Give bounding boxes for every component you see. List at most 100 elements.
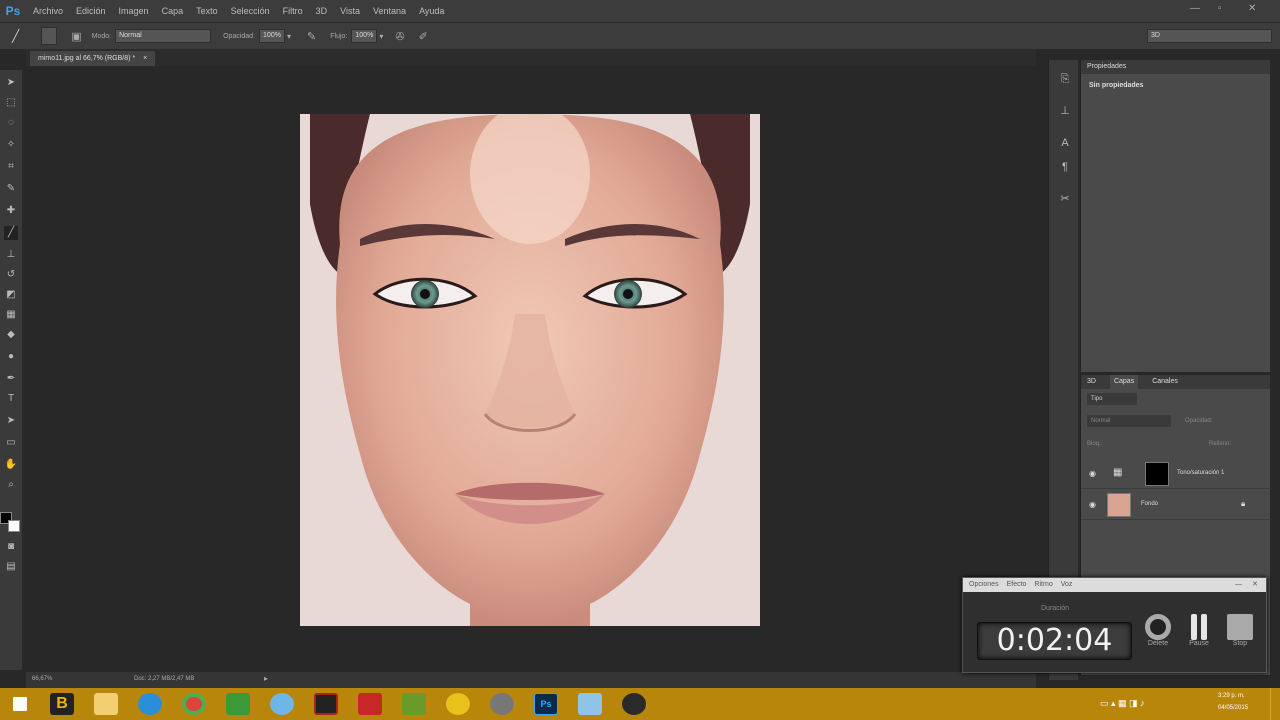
move-tool-icon[interactable]: ➤ <box>4 76 18 90</box>
menu-archivo[interactable]: Archivo <box>26 6 69 16</box>
lasso-tool-icon[interactable]: ◌ <box>4 116 18 130</box>
brush-preset-picker[interactable] <box>41 27 58 45</box>
hand-tool-icon[interactable]: ✋ <box>4 458 18 472</box>
flow-dropdown-icon[interactable]: ▾ <box>379 32 383 41</box>
tab-channels[interactable]: Canales <box>1152 375 1178 389</box>
taskbar-camtasia[interactable] <box>216 688 260 720</box>
timer-menu-voz[interactable]: Voz <box>1061 578 1073 592</box>
history-panel-icon[interactable]: ⎘ <box>1058 72 1072 86</box>
taskbar-ie[interactable] <box>128 688 172 720</box>
pause-button[interactable]: Pause <box>1184 614 1214 647</box>
timer-menu-opciones[interactable]: Opciones <box>969 578 999 592</box>
shape-tool-icon[interactable]: ▭ <box>4 436 18 450</box>
layer-thumbnail[interactable] <box>1107 493 1131 517</box>
tab-3d[interactable]: 3D <box>1087 375 1096 389</box>
visibility-eye-icon[interactable]: ◉ <box>1089 500 1096 509</box>
menu-edicion[interactable]: Edición <box>69 6 112 16</box>
layer-kind-filter[interactable]: Tipo <box>1087 393 1137 405</box>
zoom-level[interactable]: 66,67% <box>32 676 52 682</box>
timer-menu-ritmo[interactable]: Ritmo <box>1034 578 1052 592</box>
background-color-swatch[interactable] <box>8 520 20 532</box>
history-brush-tool-icon[interactable]: ↺ <box>4 268 18 282</box>
taskbar-blue-app[interactable] <box>568 688 612 720</box>
taskbar-media[interactable] <box>304 688 348 720</box>
close-icon[interactable]: ✕ <box>1248 3 1256 14</box>
airbrush-icon[interactable]: ✇ <box>395 30 404 43</box>
layer-name[interactable]: Fondo <box>1141 501 1158 507</box>
taskbar-green-app[interactable] <box>392 688 436 720</box>
brush-tool-icon[interactable]: ╱ <box>4 226 18 240</box>
quick-mask-icon[interactable]: ◙ <box>4 540 18 554</box>
menu-texto[interactable]: Texto <box>189 6 224 16</box>
menu-ayuda[interactable]: Ayuda <box>412 6 450 16</box>
mode-select[interactable]: Normal <box>115 29 212 43</box>
maximize-icon[interactable]: ▫ <box>1218 3 1222 14</box>
brush-tool-icon[interactable]: ╱ <box>12 29 19 43</box>
menu-vista[interactable]: Vista <box>333 6 366 16</box>
pressure-size-icon[interactable]: ✐ <box>419 30 428 43</box>
gradient-tool-icon[interactable]: ▦ <box>4 308 18 322</box>
pen-tool-icon[interactable]: ✒ <box>4 372 18 386</box>
tab-properties[interactable]: Propiedades <box>1087 60 1126 74</box>
dodge-tool-icon[interactable]: ● <box>4 350 18 364</box>
document-tab[interactable]: mimo11.jpg al 66,7% (RGB/8) * × <box>30 51 156 66</box>
taskbar-chrome[interactable] <box>172 688 216 720</box>
zoom-tool-icon[interactable]: ⌕ <box>4 478 18 492</box>
taskbar-b-app[interactable]: B <box>40 688 84 720</box>
taskbar-yellow-app[interactable] <box>436 688 480 720</box>
layer-row[interactable]: ◉ ▦ Tono/saturación 1 <box>1081 459 1271 489</box>
menu-seleccion[interactable]: Selección <box>224 6 276 16</box>
type-tool-icon[interactable]: T <box>4 392 18 406</box>
show-desktop-button[interactable] <box>1270 688 1280 720</box>
character-panel-icon[interactable]: A <box>1058 136 1072 150</box>
marquee-tool-icon[interactable]: ⬚ <box>4 96 18 110</box>
start-button[interactable] <box>0 688 40 720</box>
tab-close-icon[interactable]: × <box>143 55 147 62</box>
paragraph-panel-icon[interactable]: ¶ <box>1058 160 1072 174</box>
layer-mask-thumbnail[interactable] <box>1145 462 1169 486</box>
menu-filtro[interactable]: Filtro <box>276 6 309 16</box>
timer-menu-efecto[interactable]: Efecto <box>1007 578 1027 592</box>
tray-date[interactable]: 04/05/2015 <box>1218 705 1248 711</box>
delete-button[interactable]: Delete <box>1143 614 1173 647</box>
screen-mode-icon[interactable]: ▤ <box>4 560 18 574</box>
taskbar-red-app[interactable] <box>348 688 392 720</box>
taskbar-eye-app[interactable] <box>480 688 524 720</box>
taskbar-skype[interactable] <box>260 688 304 720</box>
stop-button[interactable]: Stop <box>1225 614 1255 647</box>
tray-time[interactable]: 3:29 p. m. <box>1218 693 1245 699</box>
eyedropper-tool-icon[interactable]: ✎ <box>4 182 18 196</box>
menu-3d[interactable]: 3D <box>309 6 334 16</box>
path-select-tool-icon[interactable]: ➤ <box>4 414 18 428</box>
tray-icons[interactable]: ▭ ▴ ▦ ◨ ♪ <box>1100 698 1145 709</box>
flow-input[interactable]: 100% <box>351 29 378 43</box>
brush-panel-icon[interactable]: ▣ <box>71 30 81 43</box>
layer-row[interactable]: ◉ Fondo 🔒︎ <box>1081 490 1271 520</box>
menu-ventana[interactable]: Ventana <box>366 6 412 16</box>
opacity-dropdown-icon[interactable]: ▾ <box>287 32 291 41</box>
document-image[interactable] <box>300 114 760 626</box>
tool-presets-icon[interactable]: ✂ <box>1058 192 1072 206</box>
minimize-icon[interactable]: — <box>1190 3 1200 14</box>
crop-tool-icon[interactable]: ⌗ <box>4 160 18 174</box>
tab-layers[interactable]: Capas <box>1109 375 1139 389</box>
taskbar-recorder[interactable] <box>612 688 656 720</box>
timer-close-icon[interactable]: ✕ <box>1252 578 1258 592</box>
menu-imagen[interactable]: Imagen <box>112 6 155 16</box>
opacity-input[interactable]: 100% <box>259 29 286 43</box>
timer-minimize-icon[interactable]: — <box>1235 578 1242 592</box>
layer-name[interactable]: Tono/saturación 1 <box>1177 470 1224 476</box>
taskbar-explorer[interactable] <box>84 688 128 720</box>
visibility-eye-icon[interactable]: ◉ <box>1089 469 1096 478</box>
actions-panel-icon[interactable]: ⊥ <box>1058 104 1072 118</box>
workspace-select[interactable]: 3D <box>1147 29 1272 43</box>
stamp-tool-icon[interactable]: ⊥ <box>4 248 18 262</box>
pressure-opacity-icon[interactable]: ✎ <box>307 30 316 43</box>
healing-tool-icon[interactable]: ✚ <box>4 204 18 218</box>
taskbar-photoshop[interactable]: Ps <box>524 688 568 720</box>
menu-capa[interactable]: Capa <box>155 6 190 16</box>
blend-mode-select[interactable]: Normal <box>1087 415 1171 427</box>
eraser-tool-icon[interactable]: ◩ <box>4 288 18 302</box>
quick-select-tool-icon[interactable]: ✧ <box>4 138 18 152</box>
blur-tool-icon[interactable]: ◆ <box>4 328 18 342</box>
